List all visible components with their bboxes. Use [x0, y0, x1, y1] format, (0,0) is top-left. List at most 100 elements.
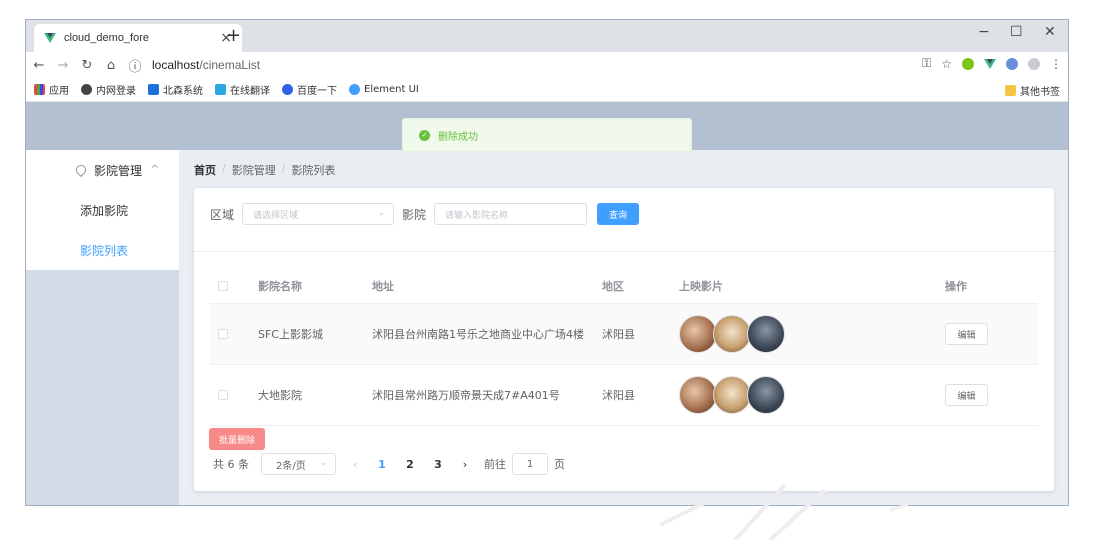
breadcrumb-level2: 影院列表 [291, 164, 336, 177]
search-button[interactable]: 查询 [597, 203, 640, 225]
success-toast: ✓ 删除成功 [402, 118, 692, 152]
header-films: 上映影片 [679, 279, 723, 293]
watermark-strokes [659, 483, 909, 540]
cell-address: 沭阳县常州路万顺帝景天成7#A401号 [372, 389, 560, 402]
bookmark-apps[interactable]: 应用 [34, 82, 69, 97]
extension-icon[interactable] [1006, 57, 1018, 70]
prev-page-icon[interactable]: ‹ [348, 458, 362, 471]
main-content: 首页 / 影院管理 / 影院列表 区域 请选择区域 ⌄ 影院 请输入影院名称 查… [179, 150, 1068, 505]
cinema-name-input[interactable]: 请输入影院名称 [434, 203, 588, 225]
batch-delete-button[interactable]: 批量删除 [209, 428, 266, 450]
browser-tab[interactable]: cloud_demo_fore × [34, 24, 242, 52]
cell-films [679, 376, 945, 414]
globe-icon [81, 84, 92, 95]
breadcrumb-separator: / [281, 162, 286, 175]
key-icon[interactable]: ⚿ [922, 56, 931, 71]
page-number[interactable]: 1 [374, 458, 390, 471]
chevron-down-icon: ⌄ [377, 208, 386, 218]
forward-arrow-icon[interactable]: → [52, 58, 74, 73]
page-size-select[interactable]: 2条/页 ⌄ [261, 453, 336, 475]
element-ui-icon [349, 84, 360, 95]
sidebar-group-cinema-management[interactable]: 影院管理 ^ [26, 150, 179, 190]
new-tab-button[interactable]: + [226, 27, 241, 45]
chevron-up-icon: ^ [150, 164, 159, 175]
region-label: 区域 [210, 207, 235, 222]
profile-avatar-icon[interactable] [1028, 57, 1040, 70]
bookmark-baidu[interactable]: 百度一下 [282, 82, 337, 97]
baidu-paw-icon [282, 84, 293, 95]
bookmark-translate[interactable]: 在线翻译 [215, 82, 270, 97]
movie-poster-avatar[interactable] [747, 376, 785, 414]
movie-poster-avatar[interactable] [747, 315, 785, 353]
breadcrumb-home[interactable]: 首页 [194, 162, 216, 178]
location-icon [73, 162, 89, 178]
goto-prefix: 前往 [484, 458, 506, 471]
page-number[interactable]: 2 [402, 458, 418, 471]
toast-message: 删除成功 [438, 131, 478, 143]
row-checkbox[interactable] [218, 329, 228, 339]
close-window-button[interactable]: ✕ [1044, 24, 1056, 40]
maximize-button[interactable]: ☐ [1010, 24, 1023, 40]
sidebar-item-add-cinema[interactable]: 添加影院 [26, 190, 179, 230]
url-host: localhost [152, 58, 200, 72]
reload-icon[interactable]: ↻ [76, 58, 98, 73]
sidebar: 影院管理 ^ 添加影院 影院列表 [26, 150, 179, 505]
next-page-icon[interactable]: › [458, 458, 472, 471]
content-card: 区域 请选择区域 ⌄ 影院 请输入影院名称 查询 影院名称 地址 地区 上映影片… [194, 188, 1054, 491]
table-row: SFC上影影城 沭阳县台州南路1号乐之地商业中心广场4楼 沭阳县 编辑 [209, 304, 1038, 365]
goto-page-input[interactable]: 1 [512, 453, 548, 475]
pagination: 共 6 条 2条/页 ⌄ ‹ 1 2 3 › 前往 1 页 [213, 453, 565, 475]
cell-name: SFC上影影城 [258, 328, 323, 341]
app-container: 影院管理 ^ 添加影院 影院列表 首页 / 影院管理 / 影院列表 区域 请选择… [26, 102, 1068, 505]
bookmark-other[interactable]: 其他书签 [1005, 83, 1060, 98]
cell-address: 沭阳县台州南路1号乐之地商业中心广场4楼 [372, 328, 584, 341]
url-path: /cinemaList [199, 58, 261, 72]
browser-window: cloud_demo_fore × + − ☐ ✕ ← → ↻ ⌂ ⓘ loca… [25, 19, 1069, 506]
address-bar-actions: ⚿ ☆ ⋮ [922, 56, 1062, 71]
back-arrow-icon[interactable]: ← [28, 58, 50, 73]
minimize-button[interactable]: − [978, 24, 990, 40]
menu-dots-icon[interactable]: ⋮ [1050, 57, 1062, 71]
bookmarks-bar: 应用 内网登录 北森系统 在线翻译 百度一下 Element UI 其他书签 [26, 78, 1068, 102]
divider [194, 251, 1054, 252]
extension-icon[interactable] [962, 57, 974, 70]
breadcrumb-level1: 影院管理 [231, 164, 276, 177]
cinema-label: 影院 [402, 207, 427, 222]
movie-poster-avatar[interactable] [713, 315, 751, 353]
header-name: 影院名称 [258, 279, 302, 293]
filter-form: 区域 请选择区域 ⌄ 影院 请输入影院名称 查询 [210, 203, 640, 225]
edit-button[interactable]: 编辑 [945, 384, 988, 406]
check-circle-icon: ✓ [419, 129, 430, 141]
page-number[interactable]: 3 [430, 458, 446, 471]
table-header-row: 影院名称 地址 地区 上映影片 操作 [209, 268, 1038, 304]
star-icon[interactable]: ☆ [941, 57, 952, 71]
bookmark-beisen[interactable]: 北森系统 [148, 82, 203, 97]
address-bar: ← → ↻ ⌂ ⓘ localhost/cinemaList ⚿ ☆ ⋮ [26, 52, 1068, 78]
apps-grid-icon [34, 84, 45, 95]
cell-films [679, 315, 945, 353]
region-select[interactable]: 请选择区域 ⌄ [242, 203, 395, 225]
goto-suffix: 页 [554, 458, 565, 471]
url-text[interactable]: localhost/cinemaList [152, 58, 260, 72]
header-region: 地区 [602, 279, 624, 293]
home-icon[interactable]: ⌂ [100, 58, 122, 73]
info-icon[interactable]: ⓘ [124, 56, 146, 75]
breadcrumb-separator: / [222, 162, 226, 175]
edit-button[interactable]: 编辑 [945, 323, 988, 345]
bookmark-element-ui[interactable]: Element UI [349, 84, 419, 95]
vue-devtools-icon[interactable] [984, 58, 996, 70]
breadcrumb: 首页 / 影院管理 / 影院列表 [194, 162, 335, 178]
table-row: 大地影院 沭阳县常州路万顺帝景天成7#A401号 沭阳县 编辑 [209, 365, 1038, 426]
sidebar-item-cinema-list[interactable]: 影院列表 [26, 230, 179, 270]
translate-icon [215, 84, 226, 95]
select-all-checkbox[interactable] [218, 280, 228, 291]
beisen-icon [148, 84, 159, 95]
movie-poster-avatar[interactable] [713, 376, 751, 414]
movie-poster-avatar[interactable] [679, 376, 717, 414]
movie-poster-avatar[interactable] [679, 315, 717, 353]
header-address: 地址 [372, 279, 394, 293]
pagination-total: 共 6 条 [213, 458, 249, 471]
row-checkbox[interactable] [218, 390, 228, 400]
cell-name: 大地影院 [258, 389, 302, 402]
bookmark-intranet[interactable]: 内网登录 [81, 82, 136, 97]
